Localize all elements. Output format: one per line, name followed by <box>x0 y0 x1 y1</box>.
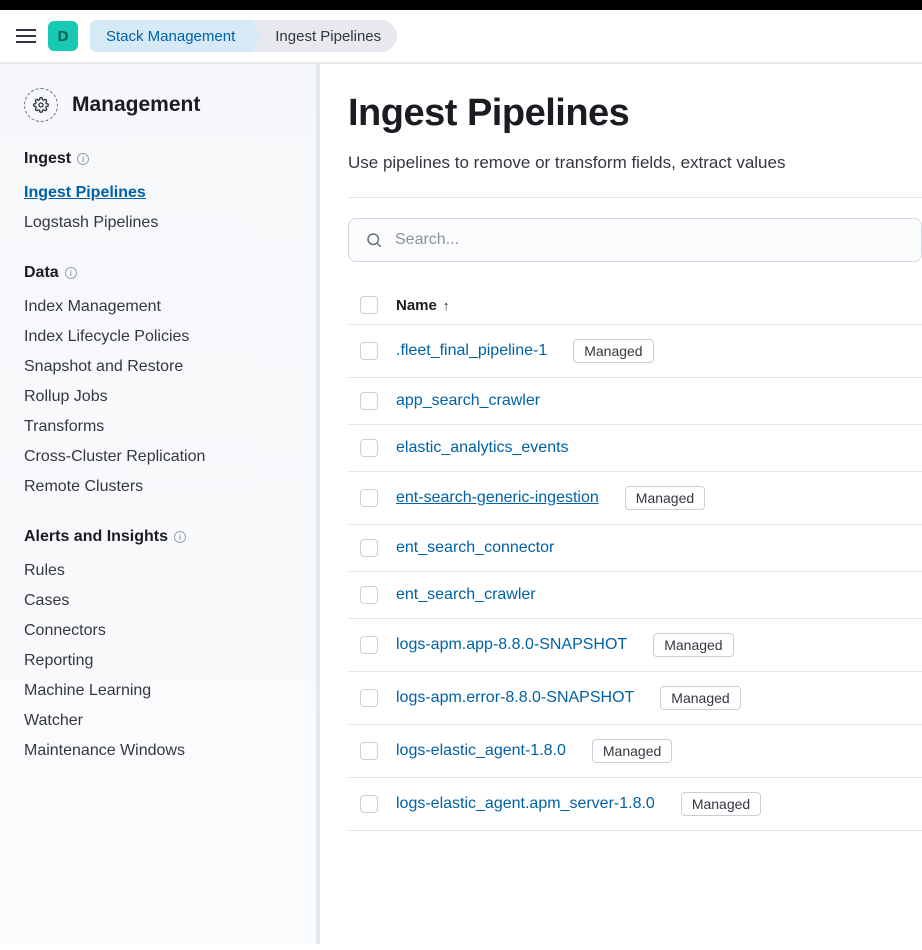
pipeline-link[interactable]: logs-elastic_agent-1.8.0 <box>396 742 566 760</box>
sidebar-header: Management <box>24 88 296 122</box>
pipeline-link[interactable]: logs-apm.error-8.8.0-SNAPSHOT <box>396 689 634 707</box>
table-row: ent_search_connector <box>348 524 922 571</box>
sidebar-item[interactable]: Index Management <box>24 292 296 322</box>
managed-badge: Managed <box>653 633 733 657</box>
pipeline-link[interactable]: logs-apm.app-8.8.0-SNAPSHOT <box>396 636 627 654</box>
sort-asc-icon: ↑ <box>443 298 450 313</box>
table-row: .fleet_final_pipeline-1 Managed <box>348 324 922 377</box>
sidebar-item[interactable]: Rules <box>24 556 296 586</box>
pipeline-link[interactable]: app_search_crawler <box>396 392 540 410</box>
managed-badge: Managed <box>592 739 672 763</box>
row-checkbox[interactable] <box>360 795 378 813</box>
gear-icon <box>24 88 58 122</box>
row-checkbox[interactable] <box>360 742 378 760</box>
hamburger-menu-icon[interactable] <box>16 29 36 43</box>
divider <box>348 197 922 198</box>
page-title: Ingest Pipelines <box>348 92 922 135</box>
page-description: Use pipelines to remove or transform fie… <box>348 153 922 173</box>
sidebar-item[interactable]: Ingest Pipelines <box>24 178 296 208</box>
sidebar-item[interactable]: Rollup Jobs <box>24 382 296 412</box>
select-all-checkbox[interactable] <box>360 296 378 314</box>
breadcrumb-ingest-pipelines[interactable]: Ingest Pipelines <box>251 20 397 52</box>
nav-section: Ingesti Ingest PipelinesLogstash Pipeline… <box>24 150 296 238</box>
nav-section-heading: Datai <box>24 264 296 282</box>
row-checkbox[interactable] <box>360 439 378 457</box>
managed-badge: Managed <box>625 486 705 510</box>
pipeline-link[interactable]: ent-search-generic-ingestion <box>396 489 599 507</box>
info-icon: i <box>65 267 77 279</box>
sidebar-item[interactable]: Connectors <box>24 616 296 646</box>
table-row: logs-elastic_agent.apm_server-1.8.0 Manag… <box>348 777 922 831</box>
sidebar-item[interactable]: Reporting <box>24 646 296 676</box>
column-name-header[interactable]: Name ↑ <box>396 297 449 314</box>
table-row: ent-search-generic-ingestion Managed <box>348 471 922 524</box>
pipeline-link[interactable]: logs-elastic_agent.apm_server-1.8.0 <box>396 795 655 813</box>
info-icon: i <box>77 153 89 165</box>
managed-badge: Managed <box>660 686 740 710</box>
table-row: logs-elastic_agent-1.8.0 Managed <box>348 724 922 777</box>
row-checkbox[interactable] <box>360 636 378 654</box>
managed-badge: Managed <box>573 339 653 363</box>
row-checkbox[interactable] <box>360 392 378 410</box>
info-icon: i <box>174 531 186 543</box>
sidebar-item[interactable]: Transforms <box>24 412 296 442</box>
pipeline-link[interactable]: ent_search_connector <box>396 539 554 557</box>
sidebar-title: Management <box>72 93 200 117</box>
breadcrumb: Stack Management Ingest Pipelines <box>90 20 397 52</box>
nav-section: Alerts and Insightsi RulesCasesConnectors… <box>24 528 296 766</box>
main-content: Ingest Pipelines Use pipelines to remove… <box>320 64 922 944</box>
sidebar-item[interactable]: Machine Learning <box>24 676 296 706</box>
table-row: app_search_crawler <box>348 377 922 424</box>
header: D Stack Management Ingest Pipelines <box>0 10 922 64</box>
table-row: ent_search_crawler <box>348 571 922 618</box>
pipeline-link[interactable]: ent_search_crawler <box>396 586 536 604</box>
pipeline-link[interactable]: elastic_analytics_events <box>396 439 569 457</box>
row-checkbox[interactable] <box>360 342 378 360</box>
breadcrumb-stack-management[interactable]: Stack Management <box>90 20 251 52</box>
search-input[interactable] <box>395 231 905 249</box>
row-checkbox[interactable] <box>360 489 378 507</box>
row-checkbox[interactable] <box>360 539 378 557</box>
sidebar-item[interactable]: Watcher <box>24 706 296 736</box>
row-checkbox[interactable] <box>360 689 378 707</box>
app-logo[interactable]: D <box>48 21 78 51</box>
search-box[interactable] <box>348 218 922 262</box>
nav-section: Datai Index ManagementIndex Lifecycle Pol… <box>24 264 296 502</box>
nav-section-heading: Ingesti <box>24 150 296 168</box>
sidebar-item[interactable]: Remote Clusters <box>24 472 296 502</box>
sidebar-item[interactable]: Maintenance Windows <box>24 736 296 766</box>
sidebar-item[interactable]: Cross-Cluster Replication <box>24 442 296 472</box>
row-checkbox[interactable] <box>360 586 378 604</box>
table-row: logs-apm.error-8.8.0-SNAPSHOT Managed <box>348 671 922 724</box>
sidebar-item[interactable]: Index Lifecycle Policies <box>24 322 296 352</box>
nav-section-heading: Alerts and Insightsi <box>24 528 296 546</box>
table-row: elastic_analytics_events <box>348 424 922 471</box>
sidebar: Management Ingesti Ingest PipelinesLogsta… <box>0 64 320 944</box>
pipeline-link[interactable]: .fleet_final_pipeline-1 <box>396 342 547 360</box>
sidebar-item[interactable]: Cases <box>24 586 296 616</box>
search-icon <box>365 231 383 249</box>
top-bar <box>0 0 922 10</box>
table-header: Name ↑ <box>348 286 922 324</box>
layout: Management IngestiIngest PipelinesLogsta… <box>0 64 922 944</box>
sidebar-item[interactable]: Logstash Pipelines <box>24 208 296 238</box>
logo-letter: D <box>58 28 69 45</box>
table-row: logs-apm.app-8.8.0-SNAPSHOT Managed <box>348 618 922 671</box>
managed-badge: Managed <box>681 792 761 816</box>
sidebar-item[interactable]: Snapshot and Restore <box>24 352 296 382</box>
